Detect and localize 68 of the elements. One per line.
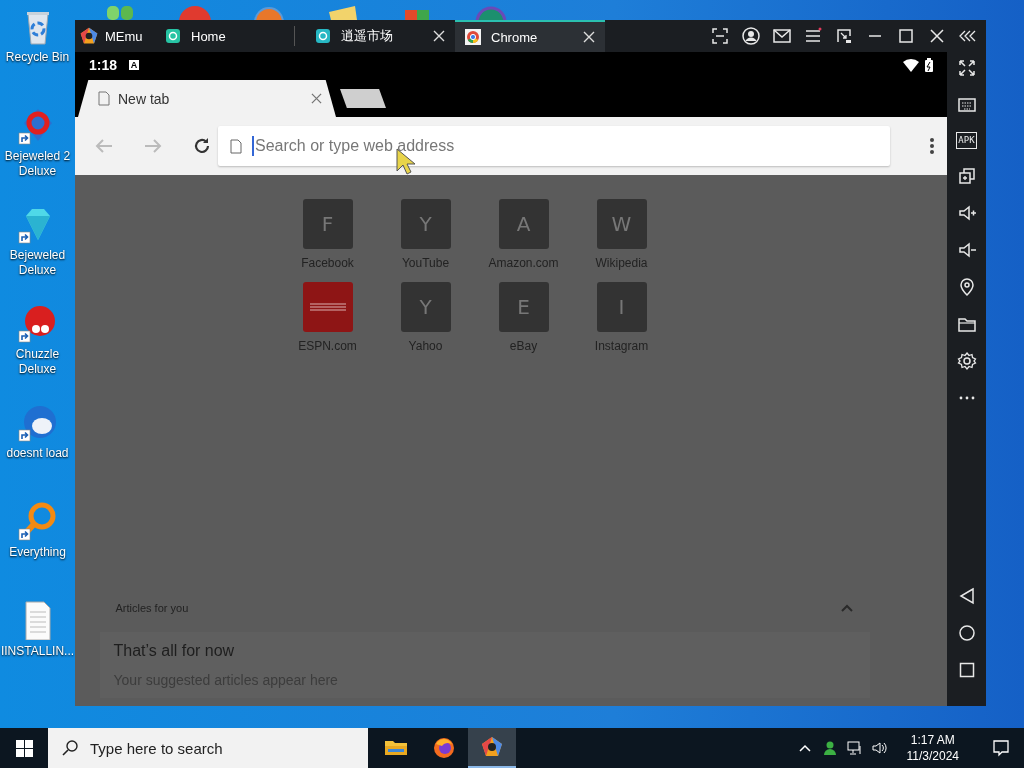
site-tile[interactable]: W <box>596 199 647 249</box>
taskbar-search-box[interactable]: Type here to search <box>48 728 368 768</box>
apk-install-icon[interactable]: APK <box>956 132 977 149</box>
desktop-icon-label[interactable]: doesnt load <box>0 446 75 461</box>
site-label[interactable]: ESPN.com <box>298 339 357 353</box>
keyboard-icon[interactable] <box>956 95 977 115</box>
window-tab[interactable]: Chrome <box>455 20 605 52</box>
desktop-icon-label[interactable]: IINSTALLIN... <box>0 644 75 659</box>
network-icon[interactable] <box>846 740 863 756</box>
page-icon <box>230 138 242 154</box>
account-icon[interactable] <box>741 26 761 46</box>
volume-icon[interactable] <box>871 740 888 756</box>
taskbar-app-button[interactable] <box>468 728 516 768</box>
pentagon-logo-icon <box>79 26 99 46</box>
site-tile[interactable]: E <box>498 282 549 332</box>
browser-tab[interactable]: New tab <box>78 80 336 117</box>
pentagon-logo-icon <box>480 735 504 759</box>
desktop-icon-label[interactable]: Bejeweled Deluxe <box>0 248 75 278</box>
minimize-to-corner-icon[interactable] <box>834 26 854 46</box>
site-label[interactable]: eBay <box>509 339 538 353</box>
person-icon[interactable] <box>821 740 838 756</box>
site-label[interactable]: Yahoo <box>408 339 443 353</box>
window-tab[interactable]: Home <box>155 20 305 52</box>
settings-icon[interactable] <box>956 351 977 371</box>
app-name: MEmu <box>105 28 143 44</box>
site-label[interactable]: Amazon.com <box>488 256 559 270</box>
more-options-icon[interactable] <box>929 136 935 156</box>
notification-icon: A <box>129 60 140 70</box>
site-label[interactable]: YouTube <box>401 256 450 270</box>
taskbar-clock[interactable]: 1:17 AM 11/3/2024 <box>896 732 969 764</box>
desktop-app-icon[interactable] <box>17 303 58 343</box>
site-label[interactable]: Instagram <box>594 339 649 353</box>
site-tile[interactable]: I <box>596 282 647 332</box>
windows-start-icon[interactable] <box>15 739 33 757</box>
fullscreen-icon[interactable] <box>956 58 977 78</box>
battery-icon <box>925 58 933 72</box>
desktop-icon-label[interactable]: Bejeweled 2 Deluxe <box>0 149 75 179</box>
site-logo-tile[interactable] <box>302 282 353 332</box>
site-tile[interactable]: F <box>302 199 353 249</box>
desktop-app-icon[interactable] <box>17 501 58 541</box>
desktop-icon-label[interactable]: Recycle Bin <box>0 50 75 65</box>
fox-globe-icon <box>432 736 456 760</box>
mail-icon[interactable] <box>772 26 792 46</box>
app-tab-icon <box>165 28 181 44</box>
new-tab-button[interactable] <box>340 89 386 108</box>
clock-time: 1:18 <box>89 57 118 73</box>
chrome-icon <box>465 29 481 45</box>
maximize-icon[interactable] <box>896 26 916 46</box>
card-title: That’s all for now <box>113 642 236 660</box>
site-tile[interactable]: Y <box>400 282 451 332</box>
window-tab[interactable]: 逍遥市场 <box>305 20 455 52</box>
volume-down-icon[interactable] <box>956 240 977 260</box>
multi-window-icon[interactable] <box>956 166 977 186</box>
search-icon <box>62 740 78 756</box>
volume-up-icon[interactable] <box>956 203 977 223</box>
site-label[interactable]: Wikipedia <box>595 256 648 270</box>
striped-logo-icon <box>309 302 346 312</box>
screenshot-icon[interactable] <box>710 26 730 46</box>
desktop-icon-label[interactable]: Everything <box>0 545 75 560</box>
site-tile[interactable]: Y <box>400 199 451 249</box>
home-circle-icon[interactable] <box>956 623 977 643</box>
desktop-icon-label[interactable]: Chuzzle Deluxe <box>0 347 75 377</box>
site-label[interactable]: Facebook <box>301 256 354 270</box>
page-icon <box>98 91 110 106</box>
wifi-icon <box>903 58 919 72</box>
site-tile[interactable]: A <box>498 199 549 249</box>
search-input[interactable]: Type here to search <box>88 738 352 758</box>
app-tab-icon <box>315 28 331 44</box>
